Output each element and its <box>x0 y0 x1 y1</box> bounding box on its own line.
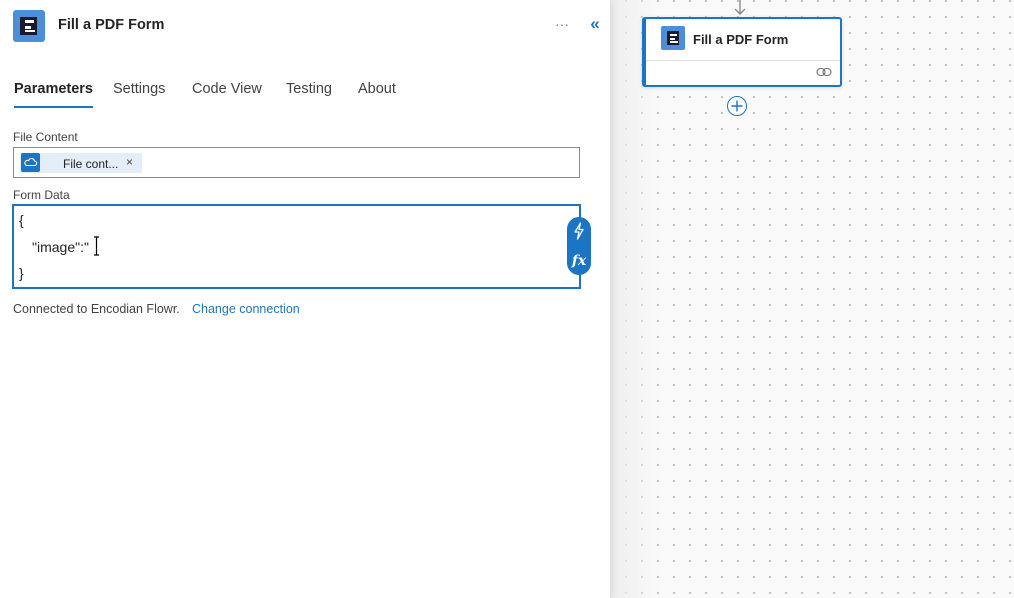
arrow-down-icon <box>734 0 746 15</box>
code-line-2: "image":" <box>32 239 89 255</box>
code-line-1: { <box>19 212 24 228</box>
file-content-input[interactable]: File cont... × <box>13 147 580 178</box>
plus-icon <box>731 100 743 112</box>
change-connection-link[interactable]: Change connection <box>192 302 300 316</box>
encodian-logo-icon <box>661 26 685 50</box>
tab-about[interactable]: About <box>358 79 396 109</box>
insert-options-pill: fx <box>567 217 591 275</box>
tab-parameters[interactable]: Parameters <box>14 79 93 109</box>
flow-canvas[interactable]: Fill a PDF Form <box>610 0 1014 598</box>
connection-status: Connected to Encodian Flowr. <box>13 302 180 316</box>
panel-title: Fill a PDF Form <box>58 17 165 33</box>
double-chevron-left-icon[interactable]: « <box>586 14 604 34</box>
tab-settings[interactable]: Settings <box>113 79 165 109</box>
more-horizontal-icon[interactable]: ··· <box>553 15 571 33</box>
form-data-label: Form Data <box>13 188 70 202</box>
action-node-card[interactable]: Fill a PDF Form <box>642 17 842 87</box>
token-label: File cont... <box>63 157 119 171</box>
fx-icon[interactable]: fx <box>567 250 591 276</box>
link-icon <box>816 67 832 77</box>
encodian-logo-icon <box>13 10 45 42</box>
add-step-button[interactable] <box>727 96 747 116</box>
code-line-3: } <box>19 265 24 281</box>
tab-code-view[interactable]: Code View <box>192 79 262 109</box>
form-data-editor[interactable]: { "image":" } <box>12 204 581 289</box>
details-panel: Fill a PDF Form ··· « Parameters Setting… <box>0 0 610 598</box>
dynamic-content-token[interactable]: File cont... × <box>20 153 142 173</box>
canvas-shadow <box>610 0 660 598</box>
cloud-icon <box>21 153 40 172</box>
tab-testing[interactable]: Testing <box>286 79 332 109</box>
tab-bar: Parameters Settings Code View Testing Ab… <box>0 79 610 111</box>
file-content-label: File Content <box>13 130 78 144</box>
text-cursor-icon <box>94 236 99 256</box>
token-remove-button[interactable]: × <box>126 155 133 169</box>
node-divider <box>646 60 840 61</box>
lightning-icon[interactable] <box>567 220 591 246</box>
node-title: Fill a PDF Form <box>693 32 789 47</box>
